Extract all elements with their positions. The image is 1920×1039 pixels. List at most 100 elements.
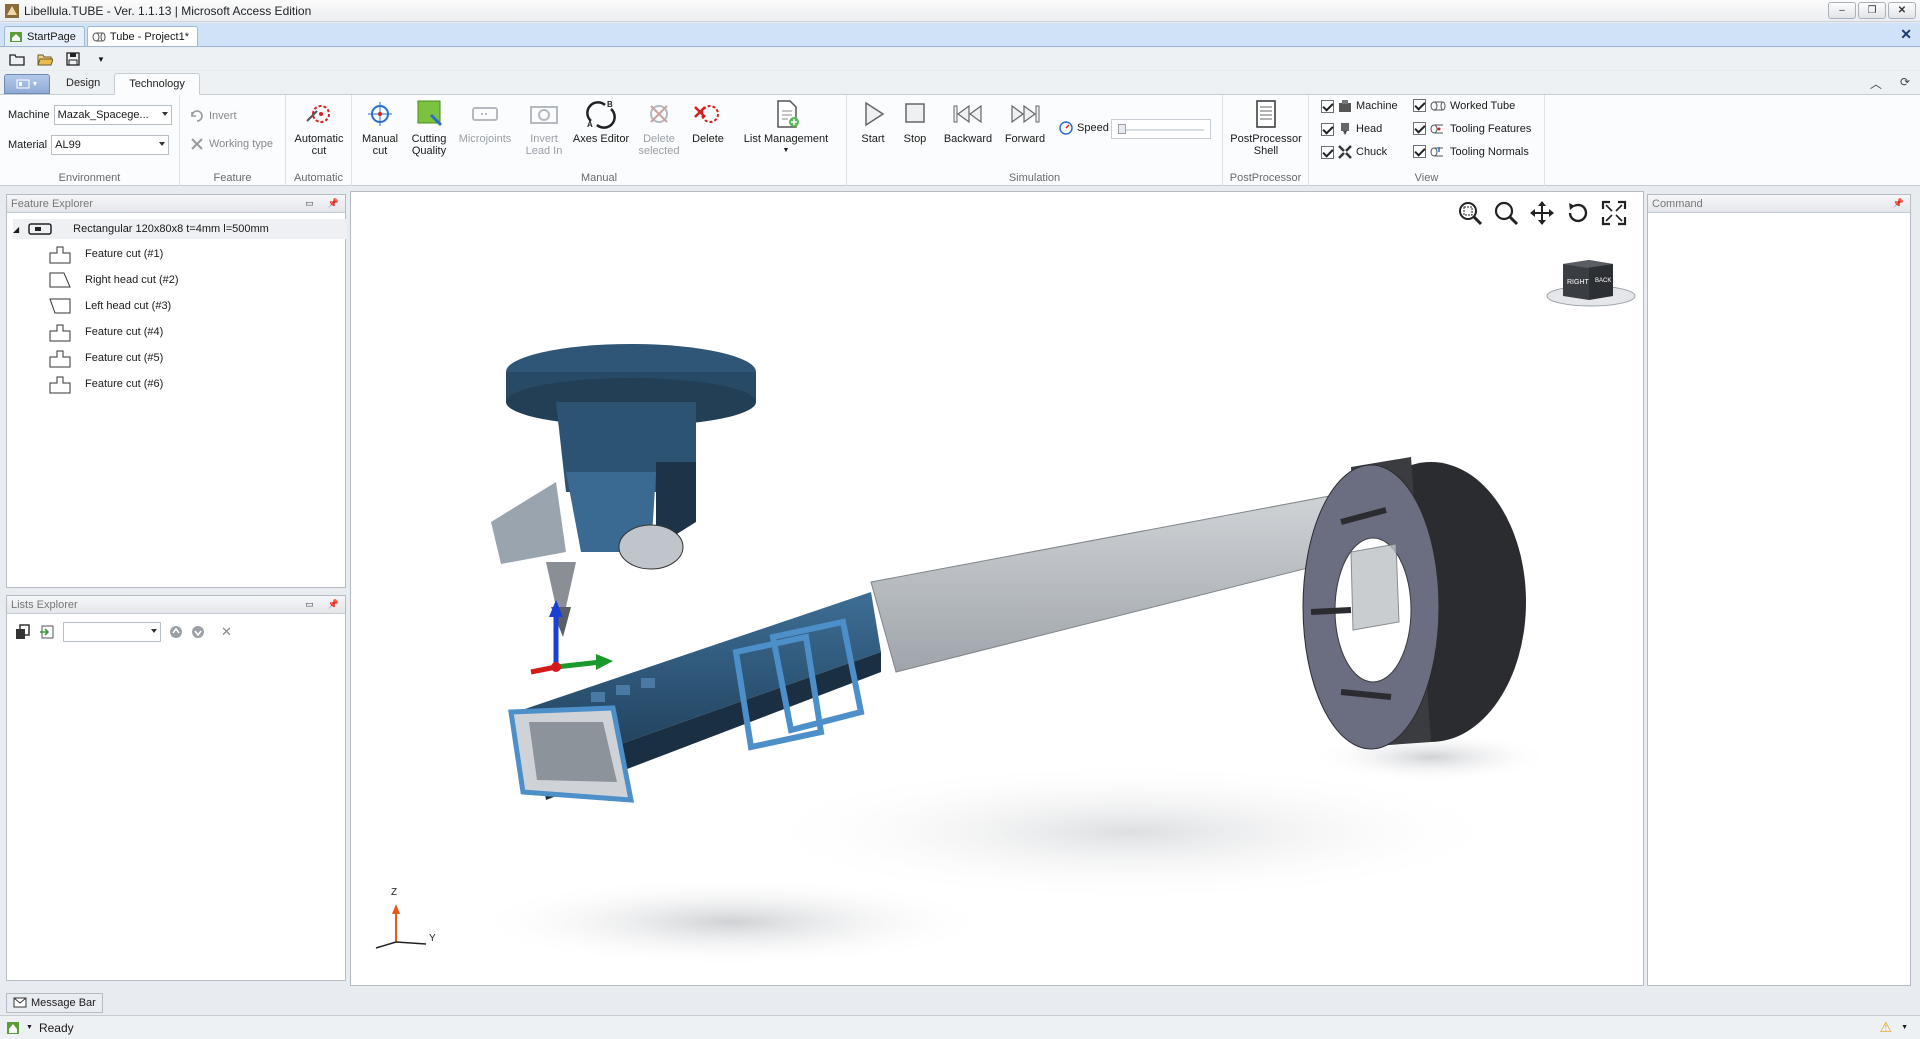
tree-item-feature-cut-5[interactable]: Feature cut (#5) bbox=[47, 347, 163, 369]
maximize-panel-icon[interactable]: ▭ bbox=[305, 198, 314, 209]
tree-item-right-head-cut-2[interactable]: Right head cut (#2) bbox=[47, 269, 179, 291]
head-checkbox[interactable] bbox=[1321, 122, 1334, 136]
status-text: Ready bbox=[38, 1020, 74, 1035]
tooling-normals-checkbox[interactable] bbox=[1413, 145, 1426, 158]
home-status-icon[interactable] bbox=[6, 1021, 20, 1035]
warning-icon[interactable]: ⚠ bbox=[1879, 1019, 1892, 1036]
automatic-cut-label-1: Automatic bbox=[294, 133, 344, 145]
view-toggle-head[interactable]: Head bbox=[1321, 122, 1382, 136]
view-toggle-tooling-normals[interactable]: Tooling Normals bbox=[1413, 145, 1529, 158]
list-management-button[interactable]: List Management ▼ bbox=[736, 99, 836, 157]
open-folder-icon[interactable] bbox=[36, 51, 54, 67]
slider-thumb[interactable] bbox=[1118, 124, 1126, 134]
feature-cut-icon bbox=[49, 246, 71, 264]
pin-icon[interactable]: 📌 bbox=[328, 599, 339, 610]
manual-cut-label-1: Manual bbox=[361, 133, 399, 145]
tab-design[interactable]: Design bbox=[52, 72, 114, 94]
view-toggle-machine[interactable]: Machine bbox=[1321, 99, 1398, 113]
svg-text:A: A bbox=[587, 120, 593, 129]
axes-editor-button[interactable]: BA Axes Editor bbox=[570, 99, 632, 145]
backward-button[interactable]: Backward bbox=[939, 99, 997, 145]
invert-lead-in-button[interactable]: Invert Lead In bbox=[518, 99, 570, 157]
maximize-panel-icon[interactable]: ▭ bbox=[305, 599, 314, 610]
stop-button[interactable]: Stop bbox=[895, 99, 935, 145]
collapse-ribbon-icon[interactable]: ︿ bbox=[1870, 75, 1882, 92]
tab-label: Tube - Project1* bbox=[109, 30, 189, 43]
close-document-icon[interactable]: ✕ bbox=[1900, 26, 1912, 43]
close-window-button[interactable]: ✕ bbox=[1888, 2, 1916, 19]
invert-lead-in-label-1: Invert bbox=[530, 133, 558, 145]
cutting-quality-label-2: Quality bbox=[411, 145, 447, 157]
app-menu-button[interactable]: ▼ bbox=[4, 74, 50, 94]
start-button[interactable]: Start bbox=[853, 99, 893, 145]
refresh-icon[interactable]: ⟳ bbox=[1900, 75, 1910, 92]
tooling-normals-icon bbox=[1430, 146, 1443, 156]
left-head-cut-icon bbox=[49, 298, 71, 314]
machine-checkbox[interactable] bbox=[1321, 99, 1334, 113]
minimize-button[interactable]: – bbox=[1828, 2, 1856, 19]
microjoints-button[interactable]: Microjoints bbox=[454, 99, 516, 145]
tree-item-feature-cut-6[interactable]: Feature cut (#6) bbox=[47, 373, 163, 395]
lists-explorer-header: Lists Explorer ▭ 📌 bbox=[7, 596, 345, 614]
group-label: View bbox=[1414, 172, 1439, 184]
menu-icon bbox=[16, 79, 30, 89]
group-simulation: Start Stop Backward Forward Speed Simula… bbox=[847, 95, 1223, 186]
automatic-cut-button[interactable]: Automatic cut bbox=[292, 99, 346, 157]
quick-access-toolbar: ▼ bbox=[0, 48, 1920, 70]
view-toggle-tooling-features[interactable]: Tooling Features bbox=[1413, 122, 1531, 135]
status-dropdown-icon[interactable]: ▼ bbox=[26, 1024, 33, 1031]
group-automatic: Automatic cut Automatic bbox=[286, 95, 352, 186]
move-down-icon[interactable] bbox=[191, 625, 205, 639]
import-list-icon[interactable] bbox=[39, 624, 55, 640]
warning-dropdown-icon[interactable]: ▼ bbox=[1901, 1024, 1908, 1031]
customize-toolbar-icon[interactable]: ▼ bbox=[92, 51, 110, 67]
tree-item-feature-cut-1[interactable]: Feature cut (#1) bbox=[47, 243, 163, 265]
ribbon: Machine Mazak_Spacege... Material AL99 E… bbox=[0, 95, 1920, 186]
tab-tube-project[interactable]: Tube - Project1* bbox=[86, 26, 198, 46]
forward-button[interactable]: Forward bbox=[999, 99, 1051, 145]
restore-button[interactable]: ❐ bbox=[1858, 2, 1886, 19]
document-tab-strip: StartPage Tube - Project1* bbox=[0, 23, 1920, 47]
tree-item-left-head-cut-3[interactable]: Left head cut (#3) bbox=[47, 295, 171, 317]
play-icon bbox=[865, 101, 885, 127]
tooling-features-checkbox[interactable] bbox=[1413, 122, 1426, 135]
head-joint bbox=[618, 524, 684, 570]
cutting-quality-button[interactable]: Cutting Quality bbox=[404, 99, 454, 157]
machine-select[interactable]: Mazak_Spacege... bbox=[53, 105, 172, 125]
lists-explorer-panel: Lists Explorer ▭ 📌 ✕ bbox=[6, 595, 346, 981]
save-icon[interactable] bbox=[64, 51, 82, 67]
pin-icon[interactable]: 📌 bbox=[1893, 198, 1904, 209]
delete-button[interactable]: Delete bbox=[686, 99, 730, 145]
speed-slider[interactable] bbox=[1111, 119, 1211, 139]
postprocessor-shell-button[interactable]: PostProcessor Shell bbox=[1227, 99, 1305, 157]
delete-selected-button[interactable]: Delete selected bbox=[634, 99, 684, 157]
chuck-checkbox[interactable] bbox=[1321, 145, 1334, 159]
tab-startpage[interactable]: StartPage bbox=[4, 26, 85, 46]
command-panel-header: Command 📌 bbox=[1648, 195, 1910, 213]
invert-button[interactable]: Invert bbox=[190, 109, 237, 123]
worked-tube-checkbox[interactable] bbox=[1413, 99, 1426, 112]
message-bar-tab[interactable]: Message Bar bbox=[6, 993, 103, 1013]
material-select[interactable]: AL99 bbox=[51, 135, 170, 155]
working-type-button[interactable]: Working type bbox=[190, 137, 273, 151]
manual-cut-button[interactable]: Manual cut bbox=[358, 99, 402, 157]
remove-list-icon[interactable]: ✕ bbox=[221, 624, 232, 640]
move-up-icon[interactable] bbox=[169, 625, 183, 639]
view-toggle-worked-tube[interactable]: Worked Tube bbox=[1413, 99, 1515, 112]
cutting-quality-label-1: Cutting bbox=[411, 133, 447, 145]
list-select[interactable] bbox=[63, 622, 161, 642]
tree-item-feature-cut-4[interactable]: Feature cut (#4) bbox=[47, 321, 163, 343]
new-file-icon[interactable] bbox=[8, 51, 26, 67]
3d-viewport[interactable]: RIGHT BACK Z Y bbox=[350, 191, 1644, 986]
y-axis-arrow bbox=[555, 659, 602, 670]
automatic-cut-icon bbox=[306, 105, 330, 123]
view-toggle-chuck[interactable]: Chuck bbox=[1321, 145, 1387, 159]
window-title: Libellula.TUBE - Ver. 1.1.13 | Microsoft… bbox=[24, 3, 312, 18]
pin-icon[interactable]: 📌 bbox=[328, 198, 339, 209]
tree-root-tube[interactable]: ◢ Rectangular 120x80x8 t=4mm l=500mm bbox=[13, 219, 347, 239]
tab-technology[interactable]: Technology bbox=[114, 73, 200, 95]
copy-lists-icon[interactable] bbox=[15, 624, 31, 640]
group-postprocessor: PostProcessor Shell PostProcessor bbox=[1223, 95, 1309, 186]
collapse-arrow-icon[interactable]: ◢ bbox=[13, 225, 19, 234]
message-bar-label: Message Bar bbox=[31, 997, 96, 1009]
